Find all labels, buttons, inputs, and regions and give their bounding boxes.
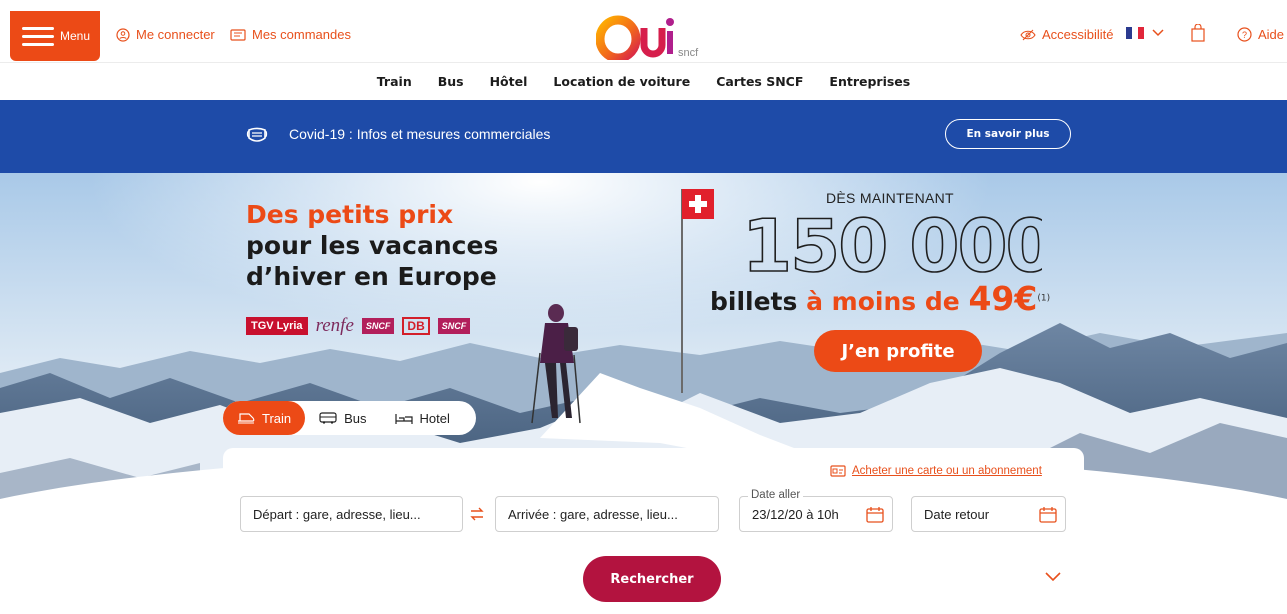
tab-hotel[interactable]: Hotel: [381, 401, 464, 435]
date-out-value: 23/12/20 à 10h: [752, 506, 839, 522]
hero-title-line2: pour les vacances: [246, 231, 499, 260]
hero-title-line1: Des petits prix: [246, 200, 454, 229]
renfe-logo: renfe: [315, 315, 354, 336]
eye-off-icon: [1020, 29, 1036, 40]
covid-text: Covid-19 : Infos et mesures commerciales: [289, 126, 551, 142]
logo-sub-text: sncf: [678, 47, 699, 59]
bag-icon: [1191, 23, 1205, 42]
date-out-field[interactable]: Date aller 23/12/20 à 10h: [739, 489, 893, 532]
bus-icon: [319, 412, 337, 424]
hotel-icon: [394, 413, 413, 424]
hero-title-line3: d’hiver en Europe: [246, 262, 497, 291]
mode-tabs: Train Bus Hotel: [223, 401, 476, 435]
nav-item-car-rental[interactable]: Location de voiture: [553, 74, 690, 89]
buy-card-link[interactable]: Acheter une carte ou un abonnement: [830, 465, 1042, 477]
arrival-input[interactable]: [508, 506, 718, 522]
train-icon: [238, 413, 255, 424]
tgv-lyria-logo: TGV Lyria: [246, 317, 308, 335]
card-icon: [830, 465, 846, 477]
hamburger-icon: [22, 27, 54, 46]
sncf-logo-2: SNCF: [437, 318, 471, 334]
help-label: Aide: [1258, 27, 1285, 42]
menu-label: Menu: [60, 29, 91, 43]
tab-train-label: Train: [262, 410, 292, 426]
nav-item-sncf-cards[interactable]: Cartes SNCF: [716, 74, 803, 89]
accessibility-label: Accessibilité: [1042, 27, 1114, 42]
orders-link[interactable]: Mes commandes: [230, 27, 351, 42]
tab-train[interactable]: Train: [223, 401, 306, 435]
partner-logos: TGV Lyria renfe SNCF DB SNCF: [246, 315, 471, 337]
hero-banner: Des petits prix pour les vacances d’hive…: [0, 173, 1287, 614]
nav-item-bus[interactable]: Bus: [438, 74, 464, 89]
header: Menu Me connecter Mes commandes sncf Acc…: [0, 0, 1287, 63]
db-logo: DB: [402, 317, 430, 335]
menu-button[interactable]: Menu: [10, 11, 100, 61]
calendar-icon: [1039, 507, 1057, 523]
ticket-icon: [230, 28, 246, 41]
chevron-down-icon[interactable]: [1045, 572, 1061, 582]
svg-text:?: ?: [1242, 30, 1247, 40]
search-button[interactable]: Rechercher: [583, 556, 721, 602]
promo-kicker: DÈS MAINTENANT: [826, 190, 954, 206]
covid-banner: Covid-19 : Infos et mesures commerciales…: [0, 100, 1287, 173]
learn-more-button[interactable]: En savoir plus: [945, 119, 1071, 149]
arrival-field[interactable]: [495, 496, 719, 532]
cta-button[interactable]: J’en profite: [814, 330, 982, 372]
calendar-icon: [866, 507, 884, 523]
date-out-legend: Date aller: [748, 489, 804, 501]
login-link[interactable]: Me connecter: [116, 27, 215, 42]
nav-item-train[interactable]: Train: [377, 74, 412, 89]
tab-bus-label: Bus: [344, 410, 367, 426]
accessibility-link[interactable]: Accessibilité: [1020, 27, 1114, 42]
date-return-label: Date retour: [924, 506, 990, 522]
promo-price: 49€: [968, 279, 1038, 318]
cart-button[interactable]: [1191, 23, 1205, 47]
orders-label: Mes commandes: [252, 27, 351, 42]
tab-hotel-label: Hotel: [419, 410, 450, 426]
french-flag-icon: [1126, 27, 1144, 39]
user-icon: [116, 27, 130, 42]
chevron-down-icon: [1152, 29, 1164, 37]
help-icon: ?: [1237, 27, 1252, 42]
nav-item-business[interactable]: Entreprises: [829, 74, 910, 89]
sncf-logo: SNCF: [361, 318, 395, 334]
promo-note: (1): [1037, 293, 1051, 304]
tab-bus[interactable]: Bus: [305, 401, 380, 435]
logo-graphic: sncf: [595, 15, 699, 63]
buy-card-label: Acheter une carte ou un abonnement: [852, 465, 1042, 477]
mask-icon: [246, 127, 268, 142]
search-panel: Acheter une carte ou un abonnement Date …: [223, 448, 1084, 614]
promo-line-prefix: billets: [710, 287, 798, 316]
swap-icon[interactable]: [469, 506, 485, 522]
hero-title: Des petits prix pour les vacances d’hive…: [246, 199, 498, 292]
login-label: Me connecter: [136, 27, 215, 42]
departure-input[interactable]: [253, 506, 462, 522]
oui-sncf-logo[interactable]: sncf: [595, 14, 726, 63]
help-link[interactable]: ? Aide: [1237, 27, 1284, 42]
date-return-field[interactable]: Date retour: [911, 496, 1066, 532]
promo-line-mid: à moins de: [806, 287, 960, 316]
nav-item-hotel[interactable]: Hôtel: [490, 74, 528, 89]
promo-number-text: 150 000: [742, 209, 1042, 279]
promo-line: billets à moins de 49€(1): [710, 279, 1050, 318]
promo-number: 150 000: [742, 209, 1042, 279]
language-selector[interactable]: [1126, 27, 1164, 39]
departure-field[interactable]: [240, 496, 463, 532]
main-nav: Train Bus Hôtel Location de voiture Cart…: [0, 62, 1287, 100]
